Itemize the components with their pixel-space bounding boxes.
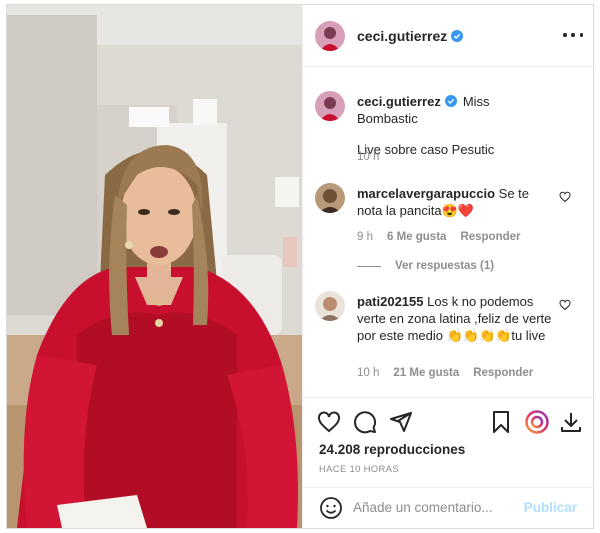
heart-icon[interactable] <box>559 191 571 203</box>
verified-icon <box>444 95 457 107</box>
timestamp[interactable]: 9 h <box>357 231 373 243</box>
likes-count[interactable]: 21 Me gusta <box>393 367 459 379</box>
post-header: ceci.gutierrez <box>303 5 593 67</box>
heart-icon[interactable] <box>559 299 571 311</box>
verified-icon <box>451 29 464 42</box>
emoji-icon[interactable] <box>319 496 343 520</box>
avatar[interactable] <box>315 291 345 321</box>
comment-username[interactable]: pati202155 <box>357 294 424 309</box>
video-frame <box>7 5 302 528</box>
comment-text: marcelavergarapuccio Se te nota la panci… <box>357 185 553 219</box>
save-icon[interactable] <box>489 410 513 434</box>
timestamp[interactable]: 10 h <box>357 367 379 379</box>
avatar[interactable] <box>315 20 345 51</box>
download-icon[interactable] <box>559 410 583 434</box>
comment-username[interactable]: marcelavergarapuccio <box>357 186 495 201</box>
more-options-icon[interactable] <box>563 27 583 43</box>
comment-input[interactable]: Añade un comentario... <box>353 500 493 515</box>
comment-text: pati202155 Los k no podemos verte en zon… <box>357 293 553 344</box>
timestamp[interactable]: 10 h <box>357 151 379 163</box>
likes-count[interactable]: 6 Me gusta <box>387 231 446 243</box>
avatar[interactable] <box>315 91 345 121</box>
action-bar: 24.208 reproducciones HACE 10 HORAS <box>303 397 593 487</box>
add-comment-bar: Añade un comentario... Publicar <box>303 487 593 528</box>
post-comment-button[interactable]: Publicar <box>524 500 577 515</box>
caption-username[interactable]: ceci.gutierrez <box>357 94 441 109</box>
post-sidebar: ceci.gutierrez ceci.gutierrez Miss Bombas… <box>303 5 593 528</box>
view-count[interactable]: 24.208 reproducciones <box>319 442 465 457</box>
reply-button[interactable]: Responder <box>473 367 533 379</box>
view-replies-label[interactable]: Ver respuestas (1) <box>395 260 494 272</box>
avatar[interactable] <box>315 183 345 213</box>
post-time: HACE 10 HORAS <box>319 464 399 475</box>
header-username[interactable]: ceci.gutierrez <box>357 28 447 44</box>
video-player[interactable] <box>7 5 303 528</box>
post-card: ceci.gutierrez ceci.gutierrez Miss Bombas… <box>6 4 594 529</box>
caption-time: 10 h <box>357 151 393 163</box>
comment-meta: 9 h 6 Me gusta Responder <box>357 231 535 243</box>
divider <box>357 265 381 267</box>
heart-icon[interactable] <box>317 410 341 434</box>
caption-text: ceci.gutierrez Miss Bombastic Live sobre … <box>357 93 553 158</box>
view-replies-button[interactable]: Ver respuestas (1) <box>357 260 494 272</box>
comment-meta: 10 h 21 Me gusta Responder <box>357 367 547 379</box>
reply-button[interactable]: Responder <box>460 231 520 243</box>
reels-icon[interactable] <box>525 410 549 434</box>
comment-icon[interactable] <box>353 410 377 434</box>
comments-list: ceci.gutierrez Miss Bombastic Live sobre … <box>303 67 593 397</box>
share-icon[interactable] <box>389 410 413 434</box>
